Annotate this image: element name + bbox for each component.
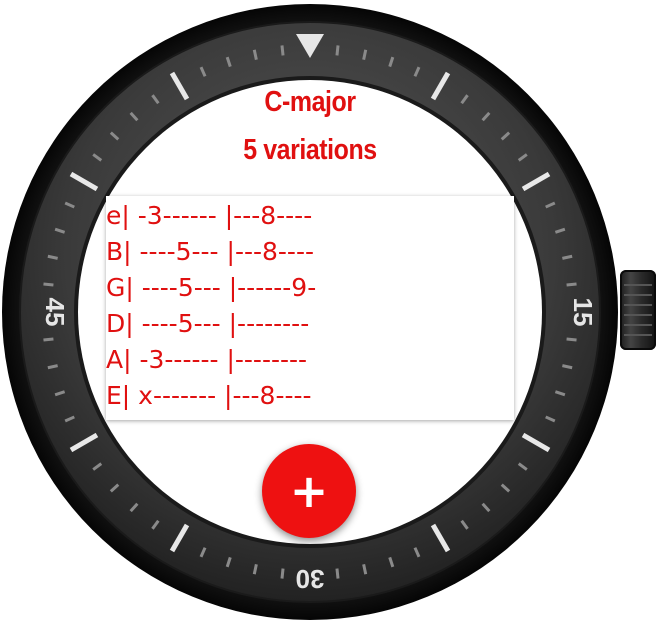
bezel-minor-tick [566,282,577,287]
tab-row-e: e| -3------ |---8---- [106,201,313,230]
watch-screen-content: C-major 5 variations e| -3------ |---8--… [80,46,540,576]
watch-stage: 15 30 45 C-major 5 variations e| -3-----… [0,0,658,624]
guitar-tab-card[interactable]: e| -3------ |---8---- B| ----5--- |---8-… [106,196,514,420]
bezel-label-45: 45 [40,298,70,327]
chord-title: C-major [264,86,356,118]
tab-row-B: B| ----5--- |---8---- [106,237,314,266]
tab-row-D: D| ----5--- |-------- [106,309,310,338]
tab-row-A: A| -3------ |-------- [106,345,308,374]
tab-row-G: G| ----5--- |------9- [106,273,317,302]
bezel-minor-tick [47,364,58,370]
bezel-minor-tick [43,282,54,287]
bezel-minor-tick [566,337,577,342]
bezel-minor-tick [47,254,58,260]
crown-button[interactable] [620,270,656,350]
plus-icon: + [289,464,329,518]
bezel-label-15: 15 [568,298,598,327]
add-button[interactable]: + [262,444,356,538]
bezel-minor-tick [562,364,573,370]
bezel-minor-tick [43,337,54,342]
variations-subtitle: 5 variations [243,134,377,166]
bezel-minor-tick [562,254,573,260]
tab-row-E: E| x------- |---8---- [106,381,312,410]
